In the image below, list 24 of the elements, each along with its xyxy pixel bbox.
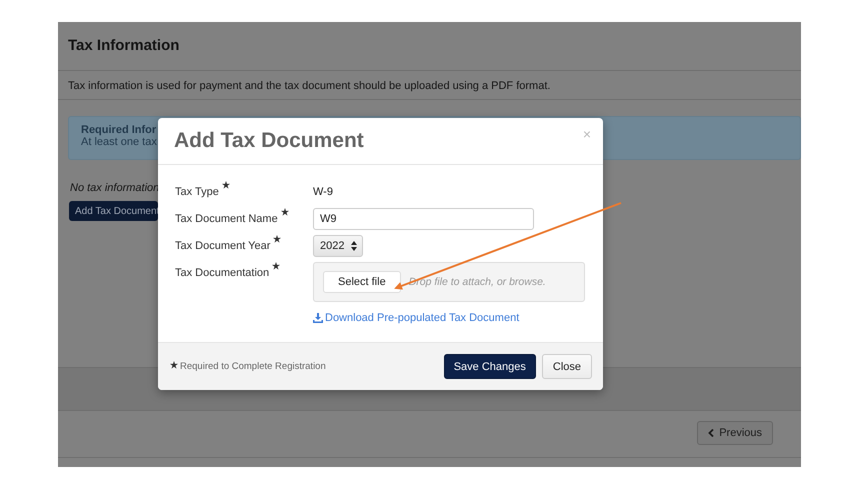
modal-title: Add Tax Document xyxy=(174,129,364,153)
required-footnote: Required to Complete Registration xyxy=(170,361,326,372)
field-label: Tax Document Year xyxy=(175,235,313,257)
page-title: Tax Information xyxy=(68,37,180,54)
description-text: Tax information is used for payment and the tax document should be uploaded using a PDF format. xyxy=(68,80,550,92)
alert-title: Required Infor xyxy=(81,124,156,136)
alert-text: At least one tax xyxy=(81,136,157,148)
empty-note: No tax information xyxy=(70,182,160,194)
chevron-left-icon xyxy=(708,429,714,437)
previous-button[interactable]: Previous xyxy=(697,421,773,445)
tax-type-value: W-9 xyxy=(313,185,334,200)
field-label: Tax Document Name xyxy=(175,208,313,230)
year-select[interactable]: 2022 xyxy=(313,235,363,257)
required-icon xyxy=(170,361,178,369)
download-link[interactable]: Download Pre-populated Tax Document xyxy=(313,312,520,324)
field-label: Tax Type xyxy=(175,181,313,203)
field-label: Tax Documentation xyxy=(175,262,313,284)
document-name-field[interactable]: W9 xyxy=(313,208,534,230)
close-button[interactable]: Close xyxy=(542,354,592,379)
add-tax-document-button[interactable]: Add Tax Document xyxy=(69,201,158,221)
up-down-icon xyxy=(351,241,357,251)
save-button[interactable]: Save Changes xyxy=(444,354,536,379)
select-file-button[interactable]: Select file xyxy=(323,271,401,293)
download-icon xyxy=(313,313,323,323)
